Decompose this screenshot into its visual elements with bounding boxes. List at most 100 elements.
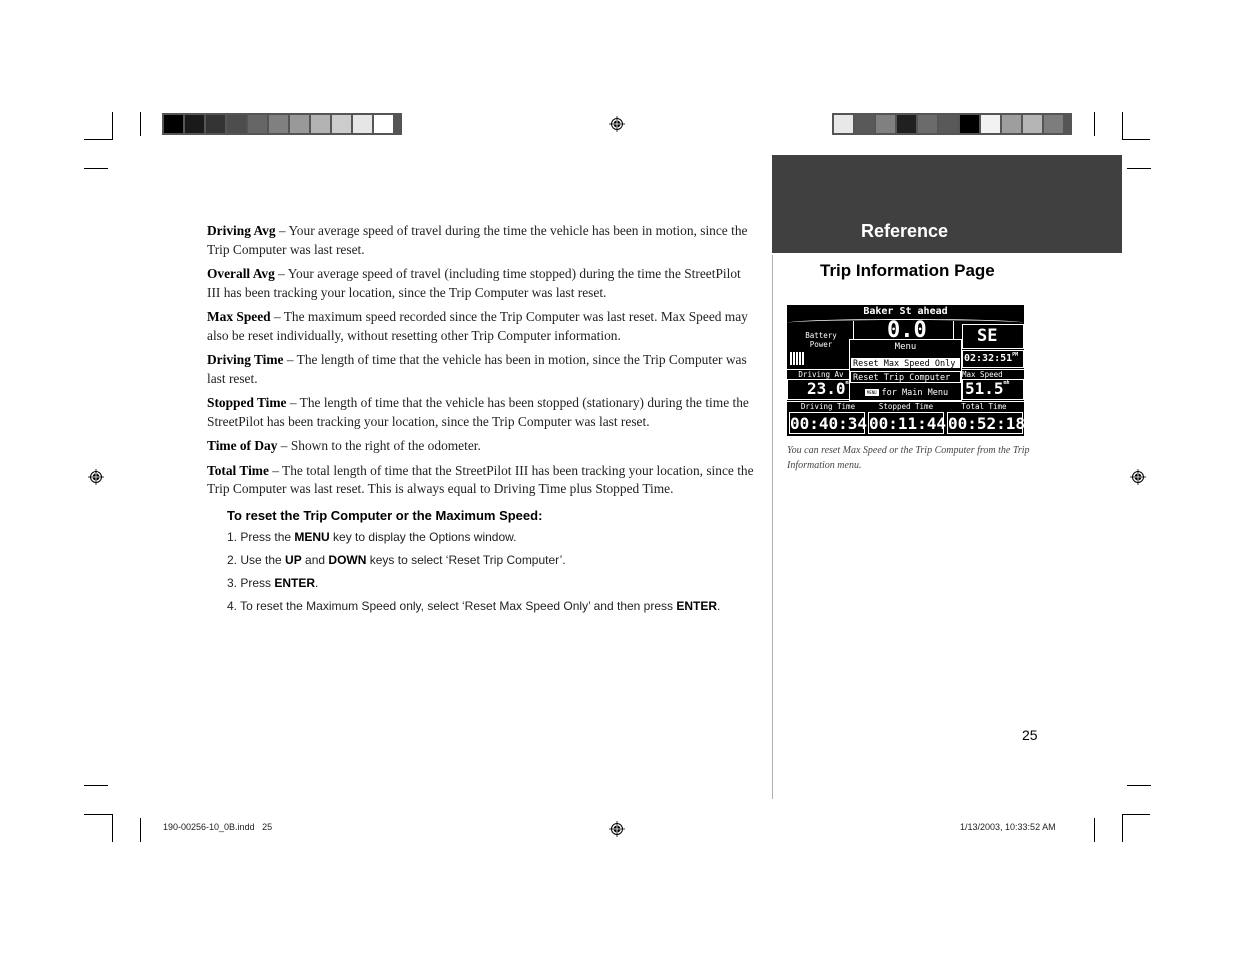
color-swatch <box>290 115 309 133</box>
definition-text: – The length of time that the vehicle ha… <box>207 352 747 386</box>
step-number: 4. <box>227 599 238 613</box>
crop-mark <box>1094 112 1095 136</box>
color-swatch <box>960 115 979 133</box>
figure-caption: You can reset Max Speed or the Trip Comp… <box>787 445 1030 471</box>
gps-screenshot: Baker St ahead Battery Power 0.0 SE 02:3… <box>787 305 1024 436</box>
color-swatch <box>1023 115 1042 133</box>
crop-mark <box>1122 112 1123 140</box>
definition-item: Driving Time – The length of time that t… <box>207 351 755 388</box>
section-tab: Reference <box>772 155 1122 253</box>
color-swatch <box>897 115 916 133</box>
crop-mark <box>112 814 113 842</box>
registration-target-icon <box>609 116 625 132</box>
color-swatch <box>855 115 874 133</box>
menu-hint: MENU for Main Menu <box>851 388 962 398</box>
definitions-list: Driving Avg – Your average speed of trav… <box>207 222 755 505</box>
crop-mark <box>1094 818 1095 842</box>
procedure-title: To reset the Trip Computer or the Maximu… <box>227 508 543 523</box>
crop-mark <box>112 112 113 140</box>
menu-item-reset-max-speed[interactable]: Reset Max Speed Only <box>850 357 961 369</box>
definition-item: Overall Avg – Your average speed of trav… <box>207 265 755 302</box>
definition-text: – The length of time that the vehicle ha… <box>207 395 749 429</box>
color-swatch <box>918 115 937 133</box>
heading: SE <box>977 326 998 346</box>
color-swatch <box>164 115 183 133</box>
total-time: 00:52:18 <box>947 412 1024 434</box>
crop-mark <box>1127 785 1151 786</box>
menu-item-reset-trip-computer[interactable]: Reset Trip Computer <box>850 371 961 383</box>
max-speed-value: 51.5 <box>965 379 1004 398</box>
step-text: keys to select ‘Reset Trip Computer’. <box>366 553 566 567</box>
color-swatch <box>876 115 895 133</box>
crop-mark <box>84 168 108 169</box>
definition-item: Time of Day – Shown to the right of the … <box>207 437 755 456</box>
procedure: To reset the Trip Computer or the Maximu… <box>227 508 767 621</box>
driving-time: 00:40:34 <box>789 412 868 434</box>
color-swatch <box>332 115 351 133</box>
definition-text: – Your average speed of travel (includin… <box>207 266 741 300</box>
step-text: Use the <box>237 553 286 567</box>
total-time-label: Total Time <box>961 402 1007 411</box>
battery-bar <box>796 352 798 365</box>
footer-timestamp: 1/13/2003, 10:33:52 AM <box>960 822 1056 832</box>
definition-term: Driving Time <box>207 352 284 367</box>
color-calibration-bar-right <box>832 113 1072 135</box>
color-swatch <box>269 115 288 133</box>
page-number: 25 <box>1022 727 1038 743</box>
battery-bar <box>799 352 801 365</box>
definition-item: Total Time – The total length of time th… <box>207 462 755 499</box>
step-text: . <box>717 599 721 613</box>
definition-item: Driving Avg – Your average speed of trav… <box>207 222 755 259</box>
definition-term: Total Time <box>207 462 269 478</box>
battery-label-line-2: Power <box>809 340 833 349</box>
color-swatch <box>185 115 204 133</box>
crop-mark <box>1122 814 1150 815</box>
definition-text: – The maximum speed recorded since the T… <box>207 309 748 343</box>
color-swatch <box>206 115 225 133</box>
crop-mark <box>140 818 141 842</box>
definition-item: Max Speed – The maximum speed recorded s… <box>207 308 755 345</box>
crop-mark <box>1127 168 1151 169</box>
color-swatch <box>353 115 372 133</box>
definition-term: Time of Day <box>207 438 278 453</box>
registration-target-icon <box>609 821 625 837</box>
max-speed: 51.5mh <box>965 380 1010 398</box>
footer-file-info: 190-00256-10_0B.indd 25 <box>163 822 273 832</box>
time-of-day-value: 02:32:51 <box>964 353 1013 364</box>
crop-mark <box>1122 139 1150 140</box>
color-swatch <box>834 115 853 133</box>
street-ahead: Baker St ahead <box>863 306 948 317</box>
definition-term: Max Speed <box>207 309 271 324</box>
time-suffix: PM <box>1012 352 1019 358</box>
step-text: key to display the Options window. <box>329 530 517 544</box>
crop-mark <box>84 814 112 815</box>
definition-text: – Shown to the right of the odometer. <box>277 438 481 453</box>
definition-item: Stopped Time – The length of time that t… <box>207 394 755 431</box>
definition-term: Overall Avg <box>207 266 275 281</box>
definition-term: Driving Avg <box>207 223 276 238</box>
crop-mark <box>84 785 108 786</box>
procedure-step: 1. Press the MENU key to display the Opt… <box>227 529 767 545</box>
max-speed-label: Max Speed <box>962 370 1003 379</box>
stopped-time-label: Stopped Time <box>878 402 934 411</box>
step-number: 3. <box>227 576 238 590</box>
step-text: and <box>301 553 329 567</box>
menu-title: Menu <box>894 342 917 352</box>
key-name: DOWN <box>328 553 367 567</box>
procedure-steps: 1. Press the MENU key to display the Opt… <box>227 529 767 614</box>
color-swatch <box>1002 115 1021 133</box>
procedure-step: 3. Press ENTER. <box>227 575 767 591</box>
section-tab-label: Reference <box>861 221 949 241</box>
crop-mark <box>84 139 112 140</box>
key-name: UP <box>285 553 302 567</box>
definition-text: – The total length of time that the Stre… <box>207 462 754 497</box>
step-text: To reset the Maximum Speed only, select … <box>237 599 677 613</box>
color-swatch <box>311 115 330 133</box>
section-title: Trip Information Page <box>820 261 995 280</box>
key-name: MENU <box>294 530 330 544</box>
battery-bar <box>802 352 804 365</box>
procedure-step: 4. To reset the Maximum Speed only, sele… <box>227 598 767 614</box>
time-of-day: 02:32:51PM <box>964 352 1018 366</box>
procedure-step: 2. Use the UP and DOWN keys to select ‘R… <box>227 552 767 568</box>
color-swatch <box>248 115 267 133</box>
